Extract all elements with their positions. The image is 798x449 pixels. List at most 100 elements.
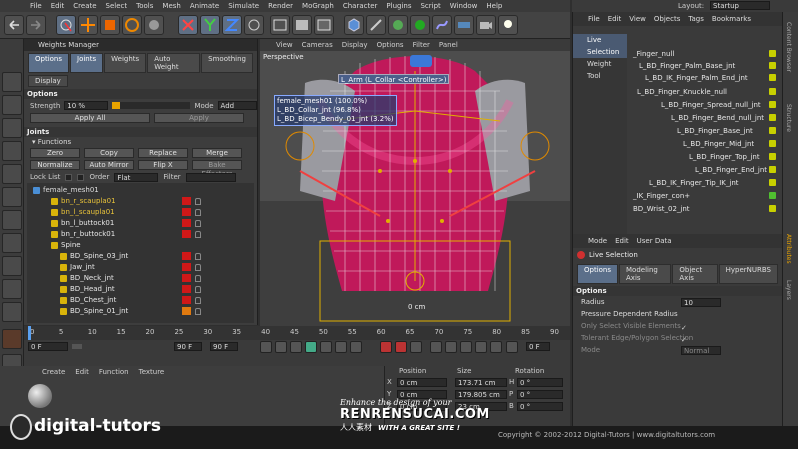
y-axis-icon[interactable] (200, 15, 220, 35)
menu-render[interactable]: Render (268, 2, 293, 10)
object-tree-row[interactable]: L_BD_IK_Finger_Palm_End_jnt (645, 72, 748, 84)
cube-icon[interactable] (344, 15, 364, 35)
deformer-icon[interactable] (432, 15, 452, 35)
joint-color-swatch[interactable] (182, 230, 191, 238)
key-pla-icon[interactable] (490, 341, 502, 353)
menu-character[interactable]: Character (343, 2, 378, 10)
visibility-dot-icon[interactable] (769, 205, 776, 212)
visibility-dot-icon[interactable] (769, 62, 776, 69)
joint-tree-row[interactable]: BD_Head_jnt (27, 284, 254, 295)
joint-tree-row[interactable]: Spine (27, 240, 254, 251)
attr-field-value[interactable]: Normal (681, 346, 721, 355)
menu-script[interactable]: Script (420, 2, 440, 10)
goto-start-icon[interactable] (260, 341, 272, 353)
lock-icon[interactable] (195, 275, 201, 282)
replace-button[interactable]: Replace (138, 148, 188, 158)
rotate-icon[interactable] (122, 15, 142, 35)
joint-color-swatch[interactable] (182, 307, 191, 315)
joint-tree-row[interactable]: female_mesh01 (27, 185, 254, 196)
object-tree-row[interactable]: _IK_Finger_con+ (633, 190, 690, 202)
menu-plugins[interactable]: Plugins (386, 2, 411, 10)
attr-tab-hypernurbs[interactable]: HyperNURBS (718, 264, 778, 284)
mode-select[interactable]: Add (217, 101, 257, 110)
attr-field-value[interactable]: 10 (681, 298, 721, 307)
attr-menu-mode[interactable]: Mode (588, 234, 607, 248)
attr-tab-modeling-axis[interactable]: Modeling Axis (619, 264, 672, 284)
menu-mograph[interactable]: MoGraph (302, 2, 334, 10)
order-checkbox[interactable] (77, 173, 85, 181)
array-icon[interactable] (410, 15, 430, 35)
key-position-icon[interactable] (430, 341, 442, 353)
render-settings-icon[interactable] (314, 15, 334, 35)
visibility-dot-icon[interactable] (769, 74, 776, 81)
model-mode-icon[interactable] (2, 72, 22, 92)
object-tree-row[interactable]: L_BD_Finger_Mid_jnt (683, 138, 754, 150)
layout-select[interactable]: Startup (710, 1, 770, 10)
mat-menu-create[interactable]: Create (42, 368, 65, 376)
viewport-menu-display[interactable]: Display (342, 39, 368, 51)
current-frame-field[interactable]: 0 F (28, 342, 68, 351)
keyframe-selection-icon[interactable] (410, 341, 422, 353)
menu-mesh[interactable]: Mesh (162, 2, 180, 10)
recent-tool-icon[interactable] (144, 15, 164, 35)
tab-display[interactable]: Display (28, 75, 68, 87)
material-ball[interactable] (28, 384, 52, 408)
start-frame-field[interactable]: 90 F (174, 342, 202, 351)
menu-edit[interactable]: Edit (51, 2, 65, 10)
tab-joints[interactable]: Joints (70, 53, 104, 73)
object-tree-row[interactable]: L_BD_Finger_Top_jnt (689, 151, 760, 163)
lock-icon[interactable] (195, 220, 201, 227)
object-mode-icon[interactable] (2, 95, 22, 115)
joint-color-swatch[interactable] (182, 296, 191, 304)
visibility-dot-icon[interactable] (769, 101, 776, 108)
normalize-button[interactable]: Normalize (30, 160, 80, 170)
object-tree-row[interactable]: L_BD_Finger_Bend_null_jnt (671, 112, 764, 124)
axis-mode-icon[interactable] (2, 233, 22, 253)
live-selection-icon[interactable] (56, 15, 76, 35)
strength-slider[interactable] (111, 102, 191, 109)
visibility-dot-icon[interactable] (769, 127, 776, 134)
apply-button[interactable]: Apply (154, 113, 244, 123)
max-frame-field[interactable]: 90 F (210, 342, 238, 351)
joint-color-swatch[interactable] (182, 285, 191, 293)
lock-icon[interactable] (195, 209, 201, 216)
joint-color-swatch[interactable] (182, 263, 191, 271)
menu-help[interactable]: Help (486, 2, 502, 10)
tab-weights[interactable]: Weights (104, 53, 147, 73)
key-scale-icon[interactable] (445, 341, 457, 353)
object-tree-row[interactable]: L_BD_Finger_End_jnt (695, 164, 767, 176)
tab-options[interactable]: Options (28, 53, 70, 73)
visibility-dot-icon[interactable] (769, 88, 776, 95)
bake-effectors-button[interactable]: Bake Effectors (192, 160, 242, 178)
object-tree-row[interactable]: _Finger_null (633, 48, 674, 60)
3d-viewport[interactable]: View Cameras Display Options Filter Pane… (260, 39, 570, 326)
visibility-dot-icon[interactable] (769, 179, 776, 186)
attr-tab-options[interactable]: Options (577, 264, 619, 284)
apply-all-button[interactable]: Apply All (30, 113, 150, 123)
copy-button[interactable]: Copy (84, 148, 134, 158)
coord-rotation-field[interactable]: 0 ° (517, 402, 563, 411)
menu-simulate[interactable]: Simulate (228, 2, 259, 10)
next-key-icon[interactable] (335, 341, 347, 353)
menu-select[interactable]: Select (106, 2, 128, 10)
timeline-menu-icon[interactable] (506, 341, 518, 353)
next-frame-icon[interactable] (320, 341, 332, 353)
lock-icon[interactable] (195, 231, 201, 238)
viewport-menu-options[interactable]: Options (377, 39, 404, 51)
attr-menu-user-data[interactable]: User Data (637, 234, 672, 248)
joint-color-swatch[interactable] (182, 197, 191, 205)
texture-mode-icon[interactable] (2, 118, 22, 138)
tweak-mode-icon[interactable] (2, 256, 22, 276)
pen-icon[interactable] (366, 15, 386, 35)
record-icon[interactable] (380, 341, 392, 353)
menu-window[interactable]: Window (450, 2, 478, 10)
z-axis-icon[interactable] (222, 15, 242, 35)
viewport-menu-view[interactable]: View (276, 39, 293, 51)
attr-tab-object-axis[interactable]: Object Axis (672, 264, 718, 284)
play-icon[interactable] (305, 341, 317, 353)
joint-color-swatch[interactable] (182, 208, 191, 216)
menu-create[interactable]: Create (73, 2, 96, 10)
points-mode-icon[interactable] (2, 164, 22, 184)
merge-button[interactable]: Merge (192, 148, 242, 158)
render-view-icon[interactable] (270, 15, 290, 35)
